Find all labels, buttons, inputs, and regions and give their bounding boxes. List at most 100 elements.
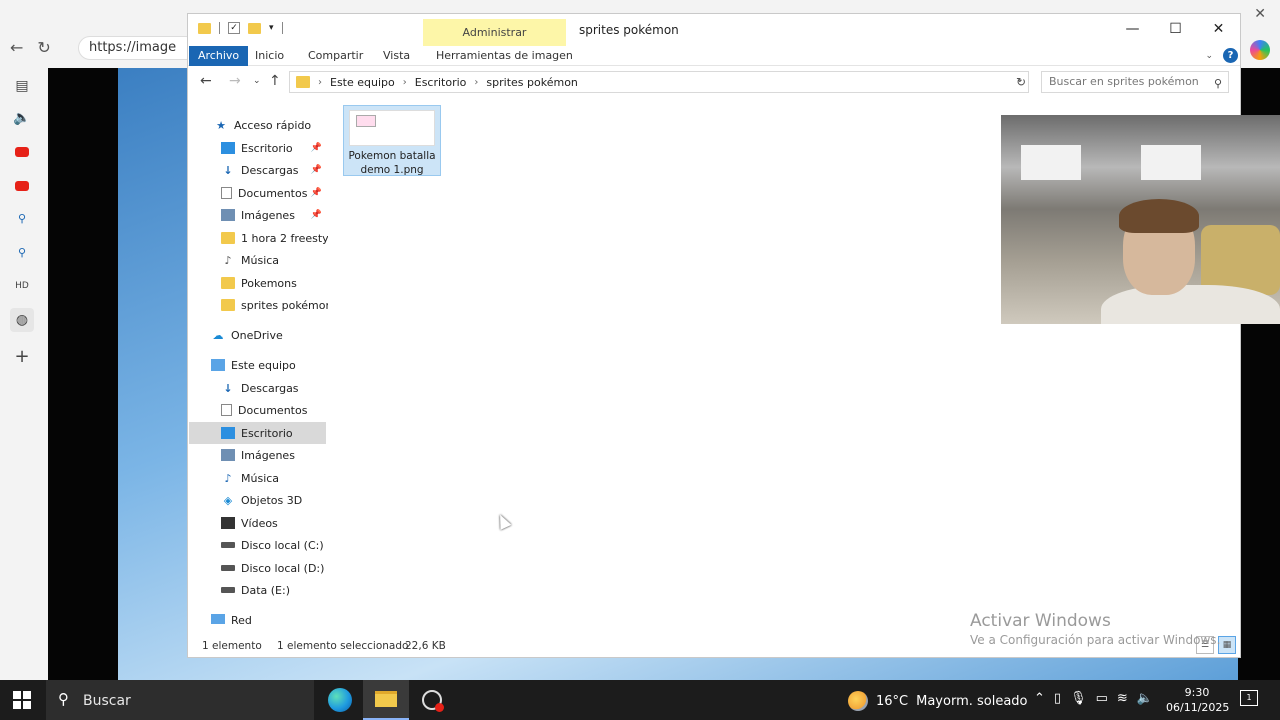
nav-item-descargas[interactable]: ↓ Descargas 📌 bbox=[189, 159, 326, 181]
youtube-icon[interactable] bbox=[12, 176, 32, 196]
nav-pc-disco-d[interactable]: Disco local (D:) bbox=[189, 557, 326, 579]
back-icon[interactable]: ← bbox=[200, 73, 212, 89]
nav-this-pc[interactable]: Este equipo bbox=[189, 354, 326, 376]
back-icon[interactable]: ← bbox=[10, 38, 23, 57]
speaker-icon[interactable]: 🔈 bbox=[12, 108, 32, 128]
chevron-up-icon[interactable]: ⌃ bbox=[1034, 691, 1045, 706]
taskbar-app-edge[interactable] bbox=[317, 680, 363, 720]
microphone-icon[interactable]: 🎙 bbox=[1070, 691, 1087, 706]
tab-inicio[interactable]: Inicio bbox=[247, 46, 292, 66]
reload-icon[interactable]: ↻ bbox=[37, 38, 50, 57]
nav-network[interactable]: Red bbox=[189, 609, 326, 624]
address-bar[interactable]: https://image bbox=[78, 36, 198, 60]
wifi-icon[interactable]: ≋ bbox=[1117, 691, 1128, 706]
recent-locations-icon[interactable]: ⌄ bbox=[253, 76, 261, 86]
nav-pc-objetos-3d[interactable]: ◈ Objetos 3D bbox=[189, 489, 326, 511]
chevron-right-icon[interactable]: › bbox=[318, 77, 322, 88]
pin-icon: 📌 bbox=[310, 210, 322, 220]
nav-pc-musica[interactable]: ♪ Música bbox=[189, 467, 326, 489]
window-title: sprites pokémon bbox=[579, 23, 679, 37]
expand-ribbon-icon[interactable]: ⌄ bbox=[1205, 51, 1213, 61]
nav-label: Descargas bbox=[241, 163, 299, 177]
taskbar: ⚲ Buscar 16°C Mayorm. soleado ⌃ ▯ 🎙 ▭ ≋ … bbox=[0, 680, 1280, 720]
chevron-right-icon[interactable]: › bbox=[403, 77, 407, 88]
nav-item-musica[interactable]: ♪ Música bbox=[189, 249, 326, 271]
nav-onedrive[interactable]: ☁ OneDrive bbox=[189, 324, 326, 346]
nav-pc-descargas[interactable]: ↓ Descargas bbox=[189, 377, 326, 399]
tab-archivo[interactable]: Archivo bbox=[189, 46, 249, 66]
search-icon[interactable]: ⚲ bbox=[1214, 74, 1222, 94]
taskbar-search[interactable]: ⚲ Buscar bbox=[46, 680, 314, 720]
windows-start-icon[interactable] bbox=[13, 691, 31, 709]
breadcrumb-escritorio[interactable]: Escritorio bbox=[415, 76, 467, 89]
breadcrumb-sprites[interactable]: sprites pokémon bbox=[486, 76, 577, 89]
new-folder-icon[interactable] bbox=[248, 22, 261, 34]
copilot-icon[interactable] bbox=[1250, 40, 1270, 60]
clock[interactable]: 9:30 06/11/2025 bbox=[1166, 685, 1230, 715]
refresh-icon[interactable]: ↻ bbox=[1016, 75, 1026, 89]
nav-item-documentos[interactable]: Documentos 📌 bbox=[189, 182, 326, 204]
nav-pc-documentos[interactable]: Documentos bbox=[189, 399, 326, 421]
nav-item-imagenes[interactable]: Imágenes 📌 bbox=[189, 204, 326, 226]
volume-icon[interactable]: 🔈 bbox=[1137, 691, 1153, 706]
tabs-icon[interactable]: ▤ bbox=[12, 76, 32, 96]
folder-icon bbox=[221, 299, 235, 311]
nav-pc-disco-c[interactable]: Disco local (C:) bbox=[189, 534, 326, 556]
nav-item-pokemons[interactable]: Pokemons bbox=[189, 272, 326, 294]
taskbar-app-recorder[interactable] bbox=[409, 680, 455, 720]
nav-label: Disco local (C:) bbox=[241, 538, 324, 552]
divider bbox=[219, 22, 220, 34]
large-icons-view-icon[interactable]: ▦ bbox=[1218, 636, 1236, 654]
globe-icon[interactable]: ◍ bbox=[10, 308, 34, 332]
drive-icon bbox=[221, 587, 235, 593]
clock-date: 06/11/2025 bbox=[1166, 701, 1230, 714]
nav-pc-videos[interactable]: Vídeos bbox=[189, 512, 326, 534]
battery-icon[interactable]: ▭ bbox=[1096, 691, 1108, 706]
weather-widget[interactable]: 16°C Mayorm. soleado bbox=[848, 691, 1028, 711]
browser-close-icon[interactable]: ✕ bbox=[1254, 6, 1266, 22]
nav-label: Disco local (D:) bbox=[241, 561, 325, 575]
tab-administrar[interactable]: Administrar bbox=[423, 19, 566, 46]
drive-icon bbox=[221, 542, 235, 548]
nav-pc-imagenes[interactable]: Imágenes bbox=[189, 444, 326, 466]
tab-vista[interactable]: Vista bbox=[375, 46, 418, 66]
file-item[interactable]: Pokemon batalla demo 1.png bbox=[343, 105, 441, 176]
nav-pc-escritorio[interactable]: Escritorio bbox=[189, 422, 326, 444]
close-button[interactable]: ✕ bbox=[1197, 14, 1240, 44]
nav-quick-access[interactable]: ★ Acceso rápido bbox=[189, 114, 326, 136]
up-icon[interactable]: ↑ bbox=[269, 73, 281, 89]
screen-recorder-icon bbox=[422, 690, 444, 712]
properties-icon[interactable]: ✓ bbox=[228, 22, 240, 34]
forward-icon[interactable]: → bbox=[229, 73, 241, 89]
search-input[interactable]: Buscar en sprites pokémon ⚲ bbox=[1041, 71, 1229, 93]
search-icon[interactable]: ⚲ bbox=[12, 208, 32, 228]
search-icon[interactable]: ⚲ bbox=[12, 242, 32, 262]
minimize-button[interactable]: — bbox=[1111, 14, 1154, 44]
tab-herramientas-imagen[interactable]: Herramientas de imagen bbox=[428, 46, 581, 66]
system-tray: ⌃ ▯ 🎙 ▭ ≋ 🔈 bbox=[1034, 691, 1153, 706]
notification-icon[interactable]: 1 bbox=[1240, 690, 1258, 706]
nav-item-escritorio[interactable]: Escritorio 📌 bbox=[189, 137, 326, 159]
nav-label: Música bbox=[241, 253, 280, 267]
pin-icon: 📌 bbox=[310, 143, 322, 153]
address-bar[interactable]: › Este equipo › Escritorio › sprites pok… bbox=[289, 71, 1029, 93]
add-icon[interactable]: + bbox=[12, 346, 32, 367]
webcam-window-light bbox=[1141, 145, 1201, 180]
breadcrumb-este-equipo[interactable]: Este equipo bbox=[330, 76, 395, 89]
customize-qat-icon[interactable]: ▾ bbox=[269, 23, 274, 33]
nav-item-freestyles[interactable]: 1 hora 2 freestyles bbox=[189, 227, 328, 249]
pictures-icon bbox=[221, 209, 235, 221]
device-icon[interactable]: ▯ bbox=[1054, 691, 1061, 706]
youtube-icon[interactable] bbox=[12, 142, 32, 162]
tab-compartir[interactable]: Compartir bbox=[300, 46, 371, 66]
nav-label: OneDrive bbox=[231, 328, 283, 342]
clock-time: 9:30 bbox=[1184, 686, 1210, 699]
nav-pc-data-e[interactable]: Data (E:) bbox=[189, 579, 326, 601]
help-icon[interactable]: ? bbox=[1223, 48, 1238, 63]
taskbar-app-explorer[interactable] bbox=[363, 680, 409, 720]
maximize-button[interactable]: ☐ bbox=[1154, 14, 1197, 44]
music-icon: ♪ bbox=[224, 253, 232, 267]
chevron-right-icon[interactable]: › bbox=[474, 77, 478, 88]
nav-item-sprites[interactable]: sprites pokémon bbox=[189, 294, 328, 316]
hd-icon[interactable]: HD bbox=[12, 276, 32, 296]
